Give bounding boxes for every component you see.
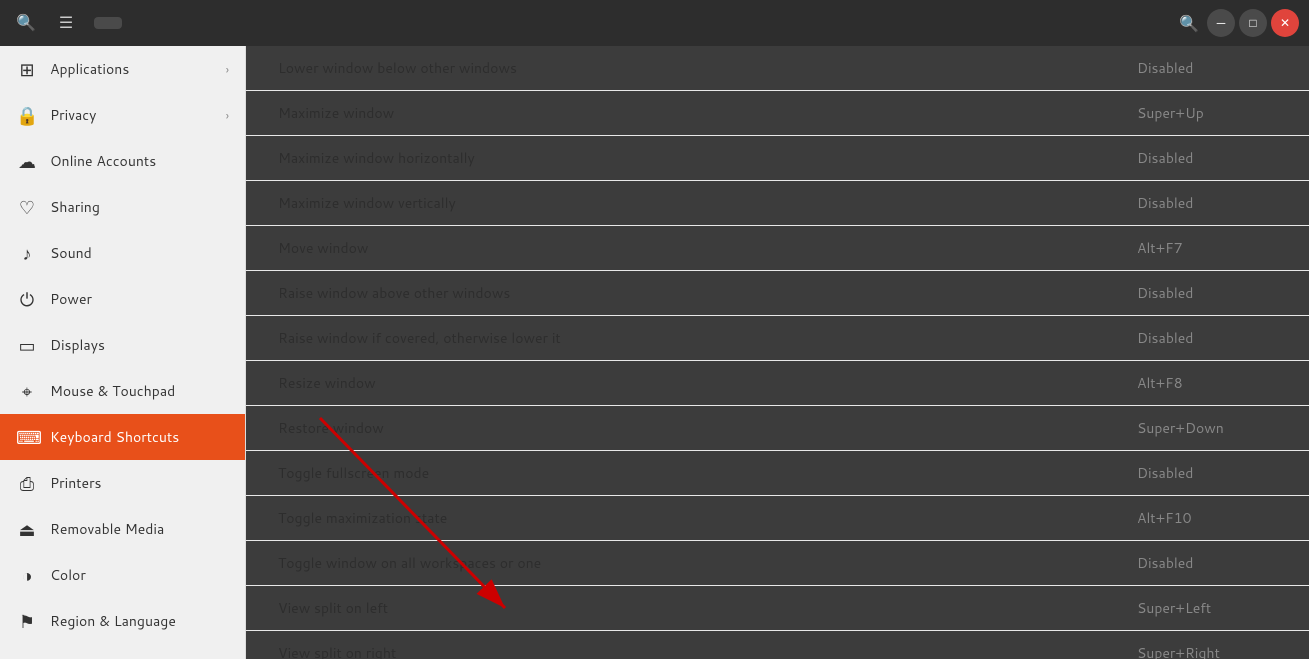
- main-layout: ⊞ Applications › 🔒 Privacy › ☁ Online Accounts ♡…: [0, 46, 1309, 659]
- titlebar: 🔍 ☰ 🔍 ─ □ ✕: [0, 0, 1309, 46]
- sidebar-item-privacy[interactable]: 🔒 Privacy ›: [0, 92, 245, 138]
- reset-all-button[interactable]: [94, 17, 122, 29]
- shortcut-name: Move window: [278, 238, 1117, 258]
- minimize-button[interactable]: ─: [1207, 9, 1235, 37]
- shortcut-value: Disabled: [1117, 193, 1277, 213]
- menu-button[interactable]: ☰: [50, 7, 82, 39]
- sidebar-item-printers[interactable]: ⎙ Printers: [0, 460, 245, 506]
- sidebar-item-mouse-touchpad[interactable]: ⌖ Mouse & Touchpad: [0, 368, 245, 414]
- privacy-icon: 🔒: [16, 102, 38, 128]
- sidebar-item-label-displays: Displays: [50, 335, 229, 355]
- shortcut-row[interactable]: Resize windowAlt+F8: [246, 361, 1309, 406]
- shortcut-row[interactable]: Restore windowSuper+Down: [246, 406, 1309, 451]
- shortcut-value: Disabled: [1117, 283, 1277, 303]
- shortcut-value: Disabled: [1117, 463, 1277, 483]
- shortcut-value: Super+Up: [1117, 103, 1277, 123]
- sidebar-item-label-power: Power: [50, 289, 229, 309]
- color-icon: ◑: [16, 562, 38, 588]
- chevron-icon: ›: [226, 61, 229, 78]
- applications-icon: ⊞: [16, 56, 38, 82]
- shortcut-value: Disabled: [1117, 553, 1277, 573]
- content-wrapper: Lower window below other windowsDisabled…: [246, 46, 1309, 659]
- shortcut-value: Alt+F7: [1117, 238, 1277, 258]
- shortcut-row[interactable]: View split on rightSuper+Right: [246, 631, 1309, 659]
- shortcut-name: Maximize window horizontally: [278, 148, 1117, 168]
- close-button[interactable]: ✕: [1271, 9, 1299, 37]
- sidebar-item-label-color: Color: [50, 565, 229, 585]
- shortcut-name: Toggle maximization state: [278, 508, 1117, 528]
- printers-icon: ⎙: [16, 470, 38, 496]
- shortcut-row[interactable]: Raise window if covered, otherwise lower…: [246, 316, 1309, 361]
- sidebar-item-applications[interactable]: ⊞ Applications ›: [0, 46, 245, 92]
- shortcut-value: Super+Down: [1117, 418, 1277, 438]
- sidebar-item-keyboard-shortcuts[interactable]: ⌨ Keyboard Shortcuts: [0, 414, 245, 460]
- sidebar-item-universal-access[interactable]: ⊕Universal Access: [0, 644, 245, 659]
- sidebar-item-label-keyboard-shortcuts: Keyboard Shortcuts: [50, 427, 229, 447]
- sidebar-item-online-accounts[interactable]: ☁ Online Accounts: [0, 138, 245, 184]
- shortcut-value: Disabled: [1117, 58, 1277, 78]
- sidebar-item-label-region-language: Region & Language: [50, 611, 229, 631]
- sidebar-item-removable-media[interactable]: ⏏ Removable Media: [0, 506, 245, 552]
- shortcut-name: Resize window: [278, 373, 1117, 393]
- sharing-icon: ♡: [16, 194, 38, 220]
- shortcut-name: Raise window above other windows: [278, 283, 1117, 303]
- sidebar-item-sharing[interactable]: ♡ Sharing: [0, 184, 245, 230]
- shortcut-name: View split on right: [278, 643, 1117, 659]
- keyboard-shortcuts-icon: ⌨: [16, 424, 38, 450]
- shortcut-row[interactable]: Toggle window on all workspaces or oneDi…: [246, 541, 1309, 586]
- removable-media-icon: ⏏: [16, 516, 38, 542]
- sidebar-item-region-language[interactable]: ⚑ Region & Language: [0, 598, 245, 644]
- shortcut-name: Maximize window: [278, 103, 1117, 123]
- shortcut-name: Maximize window vertically: [278, 193, 1117, 213]
- sidebar-item-color[interactable]: ◑ Color: [0, 552, 245, 598]
- shortcut-name: Toggle window on all workspaces or one: [278, 553, 1117, 573]
- sidebar-item-displays[interactable]: ▭ Displays: [0, 322, 245, 368]
- shortcut-name: Raise window if covered, otherwise lower…: [278, 328, 1117, 348]
- maximize-button[interactable]: □: [1239, 9, 1267, 37]
- shortcut-value: Super+Left: [1117, 598, 1277, 618]
- shortcut-name: Lower window below other windows: [278, 58, 1117, 78]
- sound-icon: ♪: [16, 240, 38, 266]
- shortcut-row[interactable]: Toggle maximization stateAlt+F10: [246, 496, 1309, 541]
- search-icon[interactable]: 🔍: [1175, 9, 1203, 37]
- shortcut-row[interactable]: Lower window below other windowsDisabled: [246, 46, 1309, 91]
- sidebar-item-label-online-accounts: Online Accounts: [50, 151, 229, 171]
- shortcut-row[interactable]: Move windowAlt+F7: [246, 226, 1309, 271]
- displays-icon: ▭: [16, 332, 38, 358]
- sidebar-item-label-applications: Applications: [50, 59, 214, 79]
- shortcuts-table: Lower window below other windowsDisabled…: [246, 46, 1309, 659]
- sidebar-item-label-printers: Printers: [50, 473, 229, 493]
- shortcut-value: Alt+F10: [1117, 508, 1277, 528]
- shortcut-value: Alt+F8: [1117, 373, 1277, 393]
- region-language-icon: ⚑: [16, 608, 38, 634]
- shortcut-value: Super+Right: [1117, 643, 1277, 659]
- shortcut-value: Disabled: [1117, 328, 1277, 348]
- sidebar-item-label-sound: Sound: [50, 243, 229, 263]
- shortcut-value: Disabled: [1117, 148, 1277, 168]
- search-button[interactable]: 🔍: [10, 7, 42, 39]
- shortcut-row[interactable]: Raise window above other windowsDisabled: [246, 271, 1309, 316]
- mouse-touchpad-icon: ⌖: [16, 378, 38, 404]
- universal-access-icon: ⊕: [16, 654, 38, 659]
- sidebar-item-label-mouse-touchpad: Mouse & Touchpad: [50, 381, 229, 401]
- sidebar: ⊞ Applications › 🔒 Privacy › ☁ Online Accounts ♡…: [0, 46, 246, 659]
- sidebar-item-label-removable-media: Removable Media: [50, 519, 229, 539]
- shortcut-row[interactable]: View split on leftSuper+Left: [246, 586, 1309, 631]
- power-icon: ⏻: [16, 286, 38, 312]
- chevron-icon: ›: [226, 107, 229, 124]
- shortcut-name: Restore window: [278, 418, 1117, 438]
- shortcut-name: View split on left: [278, 598, 1117, 618]
- shortcut-name: Toggle fullscreen mode: [278, 463, 1117, 483]
- window-controls: 🔍 ─ □ ✕: [1175, 9, 1299, 37]
- shortcut-row[interactable]: Toggle fullscreen modeDisabled: [246, 451, 1309, 496]
- online-accounts-icon: ☁: [16, 148, 38, 174]
- sidebar-item-power[interactable]: ⏻ Power: [0, 276, 245, 322]
- shortcut-row[interactable]: Maximize windowSuper+Up: [246, 91, 1309, 136]
- shortcut-row[interactable]: Maximize window horizontallyDisabled: [246, 136, 1309, 181]
- sidebar-item-sound[interactable]: ♪ Sound: [0, 230, 245, 276]
- shortcut-row[interactable]: Maximize window verticallyDisabled: [246, 181, 1309, 226]
- sidebar-item-label-sharing: Sharing: [50, 197, 229, 217]
- sidebar-item-label-privacy: Privacy: [50, 105, 214, 125]
